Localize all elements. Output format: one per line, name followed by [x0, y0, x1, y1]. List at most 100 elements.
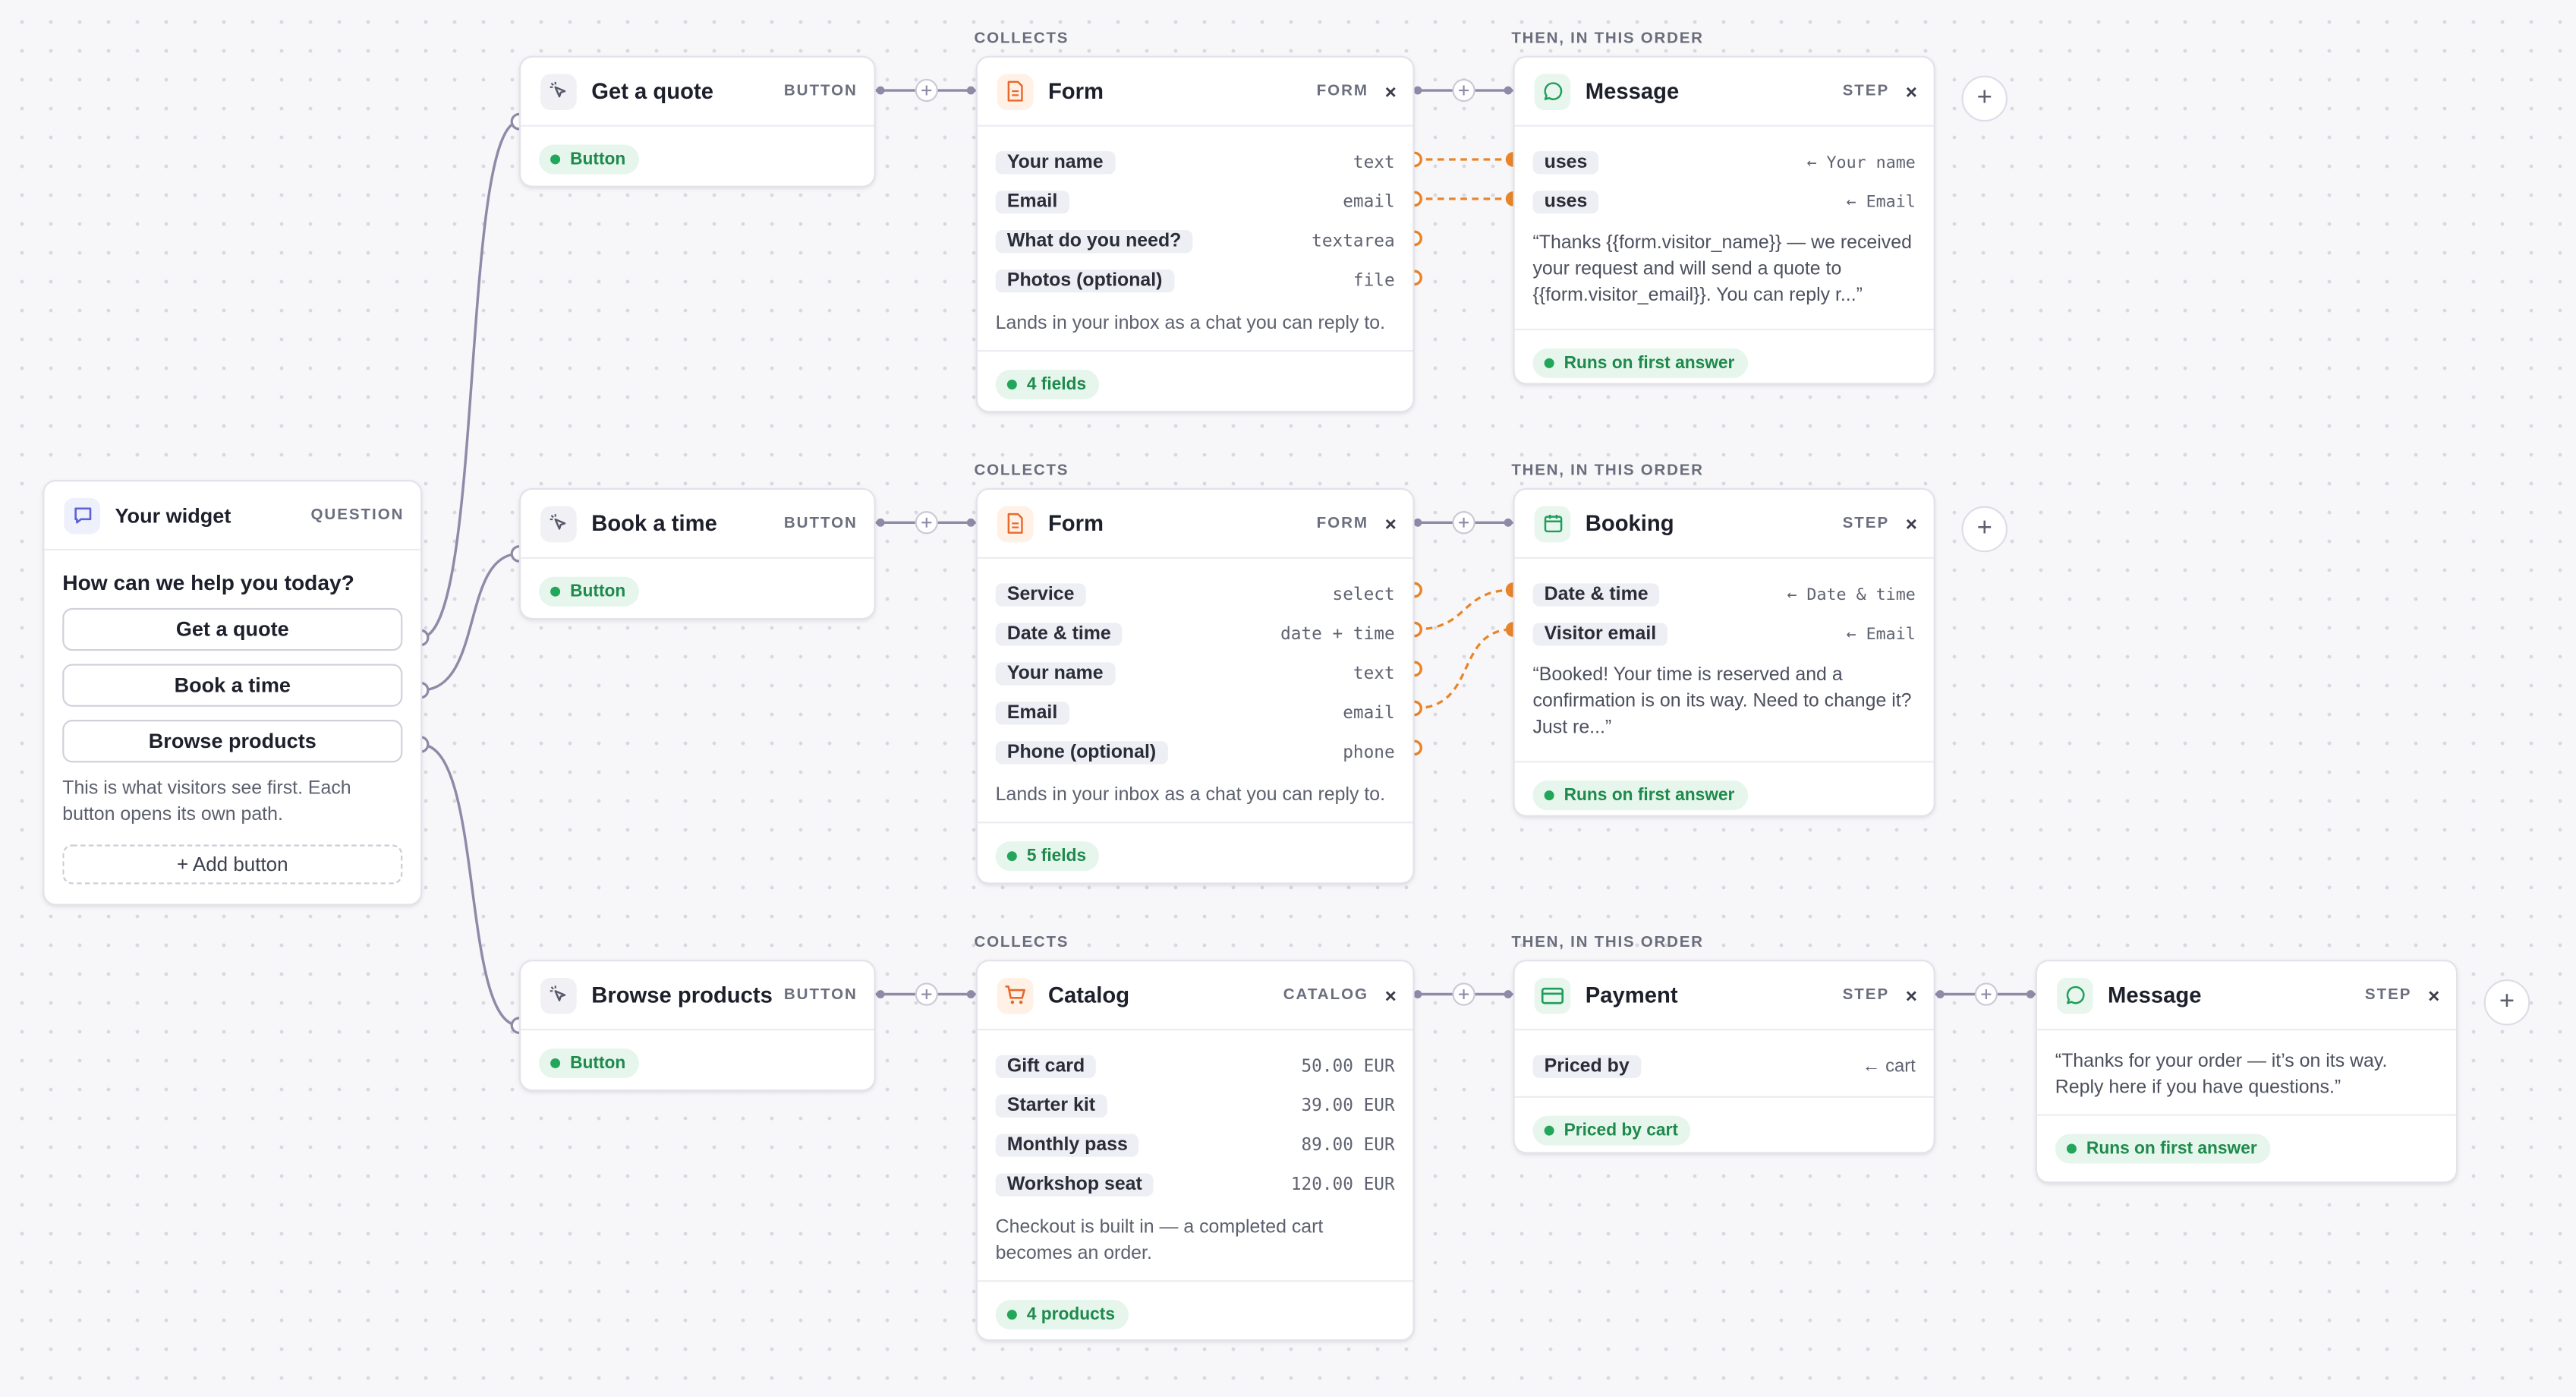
uses-row: Visitor email ← Email [1532, 615, 1916, 654]
wire-widget-quote [420, 120, 520, 639]
field-count-badge: 5 fields [995, 841, 1100, 872]
step-tag: STEP [1842, 985, 1890, 1004]
button-node-tag: BUTTON [783, 82, 858, 101]
cursor-click-icon [540, 976, 577, 1014]
add-step-button[interactable]: + [1961, 506, 2008, 553]
button-node-tag: BUTTON [783, 985, 858, 1004]
message-title: Message [2108, 982, 2202, 1008]
collects-label: COLLECTS [974, 933, 1069, 952]
button-node-get-quote[interactable]: Get a quote BUTTON Button [518, 55, 876, 188]
chat-bubble-icon [64, 497, 101, 534]
button-node-title: Get a quote [591, 78, 713, 104]
field-count-badge: 4 fields [995, 370, 1100, 399]
widget-button-get-quote[interactable]: Get a quote [62, 607, 403, 651]
form-title: Form [1047, 78, 1104, 104]
widget-button-book-time[interactable]: Book a time [62, 664, 403, 707]
uses-row: Date & time ← Date & time [1532, 576, 1916, 615]
close-icon[interactable]: × [1906, 80, 1917, 102]
wire-widget-browse [420, 743, 520, 1027]
message-icon [1534, 73, 1571, 109]
close-icon[interactable]: × [2428, 983, 2439, 1006]
cursor-click-icon [540, 505, 577, 542]
form-field-row: Your name text [995, 654, 1395, 693]
form-field-row: Your name text [995, 143, 1395, 182]
form-field-row: Date & time date + time [995, 615, 1395, 654]
run-badge: Runs on first answer [2055, 1134, 2271, 1164]
cursor-click-icon [540, 73, 577, 109]
widget-node[interactable]: Your widget QUESTION How can we help you… [43, 480, 423, 906]
collects-label: COLLECTS [974, 29, 1069, 48]
form-node-quote[interactable]: Form FORM × Your name text Email email Wha… [975, 55, 1415, 413]
priced-by-row: Priced by ← cart [1532, 1047, 1916, 1086]
form-note: Lands in your inbox as a chat you can re… [995, 785, 1386, 806]
status-badge: Button [538, 576, 639, 607]
message-text: “Thanks {{form.visitor_name}} — we recei… [1532, 233, 1912, 306]
document-icon [997, 505, 1034, 542]
form-tag: FORM [1316, 514, 1368, 533]
calendar-icon [1534, 505, 1571, 542]
then-label: THEN, IN THIS ORDER [1511, 29, 1704, 48]
status-badge: Button [538, 144, 639, 175]
product-count-badge: 4 products [995, 1300, 1129, 1330]
document-icon [997, 73, 1034, 109]
message-node-order[interactable]: Message STEP × “Thanks for your order — … [2035, 960, 2458, 1184]
cart-icon [997, 976, 1034, 1014]
form-node-booking[interactable]: Form FORM × Service select Date & time dat… [975, 487, 1415, 885]
button-node-browse-products[interactable]: Browse products BUTTON Button [518, 960, 876, 1092]
then-label: THEN, IN THIS ORDER [1511, 933, 1704, 952]
collects-label: COLLECTS [974, 462, 1069, 481]
form-field-row: Phone (optional) phone [995, 733, 1395, 772]
widget-title: Your widget [115, 503, 231, 527]
run-badge: Runs on first answer [1532, 780, 1748, 811]
close-icon[interactable]: × [1385, 983, 1397, 1006]
step-tag: STEP [2364, 985, 2412, 1004]
add-step-button[interactable]: + [2483, 979, 2530, 1026]
form-field-row: Email email [995, 182, 1395, 222]
widget-tag: QUESTION [310, 506, 405, 525]
catalog-note: Checkout is built in — a completed cart … [995, 1217, 1324, 1264]
wire-widget-book [420, 552, 519, 692]
close-icon[interactable]: × [1906, 983, 1917, 1006]
catalog-title: Catalog [1047, 982, 1130, 1008]
widget-question: How can we help you today? [62, 570, 354, 595]
product-row: Workshop seat 120.00 EUR [995, 1165, 1395, 1205]
form-field-row: What do you need? textarea [995, 222, 1395, 261]
booking-title: Booking [1585, 511, 1674, 536]
message-node-quote[interactable]: Message STEP × uses ← Your name uses ← Ema… [1513, 55, 1935, 385]
form-field-row: Email email [995, 693, 1395, 733]
form-field-row: Photos (optional) file [995, 261, 1395, 301]
status-badge: Button [538, 1048, 639, 1078]
credit-card-icon [1534, 976, 1571, 1014]
product-row: Monthly pass 89.00 EUR [995, 1126, 1395, 1165]
catalog-tag: CATALOG [1283, 985, 1368, 1004]
then-label: THEN, IN THIS ORDER [1511, 462, 1704, 481]
button-node-title: Browse products [591, 982, 773, 1008]
message-icon [2056, 976, 2093, 1014]
add-button[interactable]: + Add button [62, 844, 403, 885]
add-step-button[interactable]: + [1961, 75, 2008, 122]
step-tag: STEP [1842, 82, 1890, 101]
payment-node[interactable]: Payment STEP × Priced by ← cart Priced by… [1513, 960, 1935, 1154]
flow-canvas[interactable]: Your widget QUESTION How can we help you… [0, 0, 2576, 1397]
form-title: Form [1047, 511, 1104, 536]
form-note: Lands in your inbox as a chat you can re… [995, 314, 1386, 334]
payment-title: Payment [1585, 982, 1678, 1008]
close-icon[interactable]: × [1906, 512, 1917, 535]
step-tag: STEP [1842, 514, 1890, 533]
uses-row: uses ← Your name [1532, 143, 1916, 182]
widget-button-browse-products[interactable]: Browse products [62, 720, 403, 763]
run-badge: Runs on first answer [1532, 348, 1748, 378]
button-node-book-time[interactable]: Book a time BUTTON Button [518, 487, 876, 620]
booking-text: “Booked! Your time is reserved and a con… [1532, 665, 1912, 738]
close-icon[interactable]: × [1385, 512, 1397, 535]
product-row: Gift card 50.00 EUR [995, 1047, 1395, 1086]
message-title: Message [1585, 78, 1680, 104]
message-text: “Thanks for your order — it’s on its way… [2055, 1052, 2388, 1098]
catalog-node[interactable]: Catalog CATALOG × Gift card 50.00 EUR Sta… [975, 960, 1415, 1342]
form-tag: FORM [1316, 82, 1368, 101]
form-field-row: Service select [995, 576, 1395, 615]
close-icon[interactable]: × [1385, 80, 1397, 102]
uses-row: uses ← Email [1532, 182, 1916, 222]
booking-node[interactable]: Booking STEP × Date & time ← Date & time … [1513, 487, 1935, 817]
button-node-title: Book a time [591, 511, 717, 536]
